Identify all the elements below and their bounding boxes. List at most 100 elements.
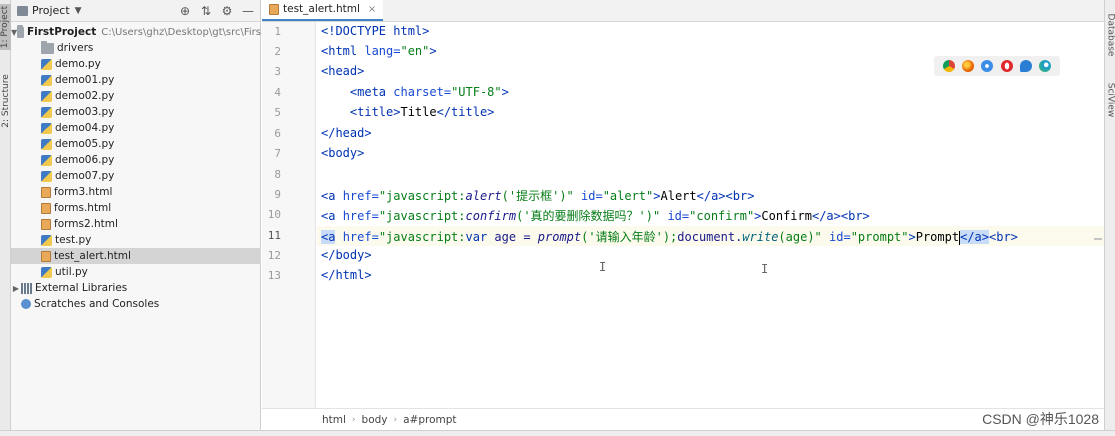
line-number: 4 — [274, 86, 281, 99]
status-bar — [0, 430, 1115, 436]
editor-tabbar: test_alert.html × — [262, 0, 1104, 22]
structure-tool-tab[interactable]: 2: Structure — [0, 70, 11, 132]
line-number: 5 — [274, 106, 281, 119]
chevron-right-icon: › — [393, 414, 398, 425]
safari-icon[interactable] — [981, 60, 994, 72]
html-file-icon — [269, 3, 279, 15]
project-panel-header: Project ▼ ⊕ ⇅ ⚙ — — [11, 0, 260, 22]
tree-item[interactable]: demo01.py — [11, 72, 261, 88]
minimize-icon[interactable]: — — [242, 4, 254, 18]
tree-root-firstproject[interactable]: ▼ FirstProject C:\Users\ghz\Desktop\gt\s… — [11, 24, 261, 40]
python-file-icon — [41, 266, 52, 278]
breadcrumb: html › body › a#prompt — [262, 408, 1104, 430]
chrome-icon[interactable] — [942, 60, 955, 72]
line-number: 1 — [274, 25, 281, 38]
locate-icon[interactable]: ⊕ — [179, 4, 191, 18]
editor-area: test_alert.html × 1 2 3 4 5 6 7 8 9 10 1… — [262, 0, 1104, 430]
text-cursor-icon: I — [599, 260, 607, 274]
code-line: </html> — [321, 268, 372, 282]
line-number-current: 11 — [267, 229, 281, 242]
breadcrumb-item-a-prompt[interactable]: a#prompt — [403, 414, 456, 426]
mouse-ibeam-icon: I — [761, 262, 769, 276]
tree-item[interactable]: demo02.py — [11, 88, 261, 104]
line-number: 13 — [267, 269, 281, 282]
line-number-gutter: 1 2 3 4 5 6 7 8 9 10 11 12 13 — [262, 22, 316, 408]
folder-icon — [17, 24, 24, 38]
html-file-icon — [41, 186, 51, 198]
database-tool-tab[interactable]: Database — [1105, 6, 1115, 64]
opera-icon[interactable] — [1000, 60, 1013, 72]
edge-legacy-icon[interactable] — [1019, 60, 1032, 72]
project-tool-tab[interactable]: 1: Project — [0, 4, 11, 50]
library-icon — [21, 282, 32, 294]
code-line: <body> — [321, 146, 365, 160]
tree-item[interactable]: demo06.py — [11, 152, 261, 168]
breadcrumb-item-html[interactable]: html — [322, 414, 346, 426]
gear-icon[interactable]: ⚙ — [221, 4, 233, 18]
tree-item[interactable]: test.py — [11, 232, 261, 248]
chevron-right-icon: › — [351, 414, 356, 425]
code-line: </body> — [321, 248, 372, 262]
tree-item[interactable]: demo.py — [11, 56, 261, 72]
python-file-icon — [41, 106, 52, 118]
code-line: <title>Title</title> — [349, 105, 495, 119]
tree-external-libraries[interactable]: ▶ External Libraries — [11, 280, 261, 296]
line-number: 8 — [274, 168, 281, 181]
code-area[interactable]: <!DOCTYPE html> <html lang="en"> <head> … — [317, 22, 1104, 408]
line-number: 2 — [274, 45, 281, 58]
browser-preview-bar — [934, 56, 1060, 76]
firefox-icon[interactable] — [961, 60, 974, 72]
tree-item-selected[interactable]: test_alert.html — [11, 248, 261, 264]
code-line: <head> — [321, 64, 365, 78]
folder-icon — [41, 40, 54, 54]
python-file-icon — [41, 74, 52, 86]
code-line: <a href="javascript:confirm('真的要删除数据吗？')… — [321, 209, 870, 223]
python-file-icon — [41, 154, 52, 166]
watermark: CSDN @神乐1028 — [982, 411, 1099, 427]
python-file-icon — [41, 58, 52, 70]
html-file-icon — [41, 218, 51, 230]
tree-item[interactable]: forms2.html — [11, 216, 261, 232]
python-file-icon — [41, 170, 52, 182]
tree-item[interactable]: util.py — [11, 264, 261, 280]
editor-tab-test-alert[interactable]: test_alert.html × — [262, 0, 384, 21]
line-number: 6 — [274, 127, 281, 140]
code-line: <html lang="en"> — [321, 44, 437, 58]
collapse-icon[interactable]: ⇅ — [200, 4, 212, 18]
close-icon[interactable]: × — [368, 4, 376, 15]
line-number: 9 — [274, 188, 281, 201]
tree-item[interactable]: demo05.py — [11, 136, 261, 152]
code-line-current: <a href="javascript:var age = prompt('请输… — [321, 230, 1018, 245]
html-file-icon — [41, 250, 51, 262]
python-file-icon — [41, 122, 52, 134]
left-tool-strip: 1: Project 2: Structure — [0, 0, 11, 436]
html-file-icon — [41, 202, 51, 214]
code-line: <!DOCTYPE html> — [321, 24, 430, 38]
scroll-marker — [1094, 238, 1102, 240]
python-file-icon — [41, 234, 52, 246]
tree-item[interactable]: demo03.py — [11, 104, 261, 120]
tree-item[interactable]: demo07.py — [11, 168, 261, 184]
tree-item[interactable]: demo04.py — [11, 120, 261, 136]
tree-scratches[interactable]: Scratches and Consoles — [11, 296, 261, 312]
python-file-icon — [41, 90, 52, 102]
code-line: <a href="javascript:alert('提示框')" id="al… — [321, 189, 755, 203]
project-panel-title[interactable]: Project — [32, 4, 70, 17]
right-tool-strip: Database SciView — [1104, 0, 1115, 436]
breadcrumb-item-body[interactable]: body — [362, 414, 388, 426]
python-file-icon — [41, 138, 52, 150]
line-number: 3 — [274, 65, 281, 78]
line-number: 10 — [267, 208, 281, 221]
sciview-tool-tab[interactable]: SciView — [1105, 74, 1115, 126]
expand-arrow-icon[interactable]: ▶ — [11, 284, 21, 293]
scratches-icon — [21, 299, 31, 309]
code-line: <meta charset="UTF-8"> — [349, 85, 509, 99]
code-line: </head> — [321, 126, 372, 140]
tree-item[interactable]: forms.html — [11, 200, 261, 216]
edge-icon[interactable] — [1039, 60, 1052, 72]
line-number: 7 — [274, 147, 281, 160]
tree-item[interactable]: form3.html — [11, 184, 261, 200]
tree-item[interactable]: drivers — [11, 40, 261, 56]
chevron-down-icon[interactable]: ▼ — [75, 6, 82, 16]
project-panel: Project ▼ ⊕ ⇅ ⚙ — ▼ FirstProject C:\User… — [11, 0, 261, 430]
